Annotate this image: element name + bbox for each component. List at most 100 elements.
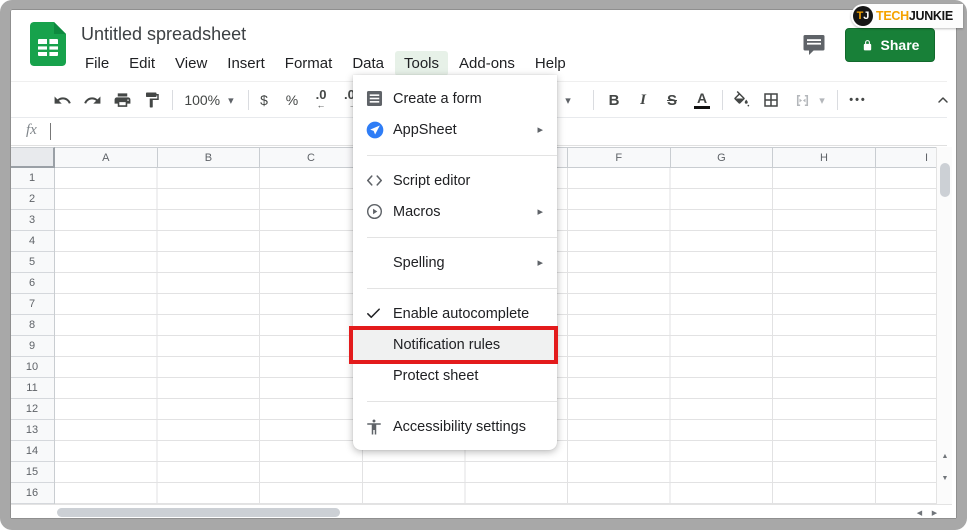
brand-junkie: JUNKIE xyxy=(909,9,953,23)
accessibility-icon xyxy=(365,418,393,436)
menubar-data[interactable]: Data xyxy=(343,51,393,76)
row-header-16[interactable]: 16 xyxy=(10,483,54,504)
print-icon[interactable] xyxy=(110,88,134,112)
submenu-arrow-icon: ▸ xyxy=(537,205,543,218)
zoom-select[interactable]: 100% ▾ xyxy=(180,88,238,112)
row-header-4[interactable]: 4 xyxy=(10,231,54,252)
menu-item-create-a-form[interactable]: Create a form xyxy=(353,83,557,114)
row-header-10[interactable]: 10 xyxy=(10,357,54,378)
menubar-help[interactable]: Help xyxy=(526,51,575,76)
text-color-bar xyxy=(694,106,710,109)
screenshot: Untitled spreadsheet File Edit View Inse… xyxy=(0,0,967,530)
techjunkie-watermark: TJ TECHJUNKIE xyxy=(851,4,963,28)
toolbar-divider xyxy=(248,90,249,110)
column-header-B[interactable]: B xyxy=(158,148,261,167)
row-header-11[interactable]: 11 xyxy=(10,378,54,399)
menubar-file[interactable]: File xyxy=(76,51,118,76)
merge-cells-icon[interactable] xyxy=(790,88,814,112)
column-header-F[interactable]: F xyxy=(568,148,671,167)
strikethrough-button[interactable]: S xyxy=(660,88,684,112)
column-header-A[interactable]: A xyxy=(55,148,158,167)
row-header-5[interactable]: 5 xyxy=(10,252,54,273)
highlight-box xyxy=(349,326,558,364)
italic-button[interactable]: I xyxy=(631,88,655,112)
row-header-14[interactable]: 14 xyxy=(10,441,54,462)
menu-divider xyxy=(353,391,557,411)
menu-item-spelling[interactable]: Spelling ▸ xyxy=(353,247,557,278)
percent-format-button[interactable]: % xyxy=(280,88,304,112)
row-header-6[interactable]: 6 xyxy=(10,273,54,294)
scroll-down-icon[interactable]: ▼ xyxy=(937,468,953,489)
menubar-edit[interactable]: Edit xyxy=(120,51,164,76)
text-color-button[interactable]: A xyxy=(690,88,714,112)
row-header-2[interactable]: 2 xyxy=(10,189,54,210)
column-header-C[interactable]: C xyxy=(260,148,363,167)
collapse-toolbar-icon[interactable] xyxy=(931,88,955,112)
bold-button[interactable]: B xyxy=(602,88,626,112)
menu-item-script-editor[interactable]: Script editor xyxy=(353,165,557,196)
row-header-3[interactable]: 3 xyxy=(10,210,54,231)
row-header-7[interactable]: 7 xyxy=(10,294,54,315)
currency-format-button[interactable]: $ xyxy=(252,88,276,112)
paint-format-icon[interactable] xyxy=(140,88,164,112)
zoom-value: 100% xyxy=(184,92,220,108)
submenu-arrow-icon: ▸ xyxy=(537,123,543,136)
borders-icon[interactable] xyxy=(759,88,783,112)
arrow-left-icon: ← xyxy=(317,100,326,110)
row-headers: 12345678910111213141516 xyxy=(10,168,55,504)
menubar-format[interactable]: Format xyxy=(276,51,342,76)
menu-divider xyxy=(353,227,557,247)
menu-divider xyxy=(353,278,557,298)
fill-color-icon[interactable] xyxy=(729,88,753,112)
share-button[interactable]: Share xyxy=(845,28,935,62)
row-header-15[interactable]: 15 xyxy=(10,462,54,483)
font-size-caret-icon[interactable]: ▾ xyxy=(558,88,578,112)
comment-icon[interactable] xyxy=(801,33,829,59)
row-header-13[interactable]: 13 xyxy=(10,420,54,441)
check-icon xyxy=(365,305,393,322)
toolbar-divider xyxy=(837,90,838,110)
more-options-button[interactable]: ••• xyxy=(844,88,872,112)
appsheet-icon xyxy=(365,120,393,140)
row-header-8[interactable]: 8 xyxy=(10,315,54,336)
vertical-scrollbar[interactable]: ▲ ▼ xyxy=(936,147,952,504)
menu-item-appsheet[interactable]: AppSheet ▸ xyxy=(353,114,557,145)
row-header-9[interactable]: 9 xyxy=(10,336,54,357)
menubar: File Edit View Insert Format Data Tools … xyxy=(76,51,575,76)
vertical-scrollbar-thumb[interactable] xyxy=(940,163,950,197)
column-header-H[interactable]: H xyxy=(773,148,876,167)
scroll-right-icon[interactable]: ▶ xyxy=(928,506,941,519)
form-icon xyxy=(365,89,393,108)
merge-caret-icon[interactable]: ▾ xyxy=(814,88,830,112)
row-header-12[interactable]: 12 xyxy=(10,399,54,420)
menubar-addons[interactable]: Add-ons xyxy=(450,51,524,76)
menubar-tools[interactable]: Tools xyxy=(395,51,448,76)
formula-cursor xyxy=(50,123,51,140)
menubar-view[interactable]: View xyxy=(166,51,216,76)
redo-icon[interactable] xyxy=(80,88,104,112)
menu-item-protect-sheet[interactable]: Protect sheet xyxy=(353,360,557,391)
menubar-insert[interactable]: Insert xyxy=(218,51,274,76)
techjunkie-logo-icon: TJ xyxy=(853,6,873,26)
scroll-up-icon[interactable]: ▲ xyxy=(937,446,953,467)
select-all-corner[interactable] xyxy=(10,147,55,168)
document-title[interactable]: Untitled spreadsheet xyxy=(81,24,246,45)
brand-tech: TECH xyxy=(876,9,909,23)
menu-divider xyxy=(353,145,557,165)
tools-dropdown-menu: Create a form AppSheet ▸ Script editor M… xyxy=(353,75,557,450)
menu-item-macros[interactable]: Macros ▸ xyxy=(353,196,557,227)
share-button-label: Share xyxy=(881,37,920,53)
horizontal-scrollbar[interactable]: ◀ ▶ xyxy=(10,504,952,519)
undo-icon[interactable] xyxy=(50,88,74,112)
horizontal-scrollbar-thumb[interactable] xyxy=(57,508,340,517)
row-header-1[interactable]: 1 xyxy=(10,168,54,189)
lock-icon xyxy=(861,38,874,53)
menu-item-accessibility-settings[interactable]: Accessibility settings xyxy=(353,411,557,442)
macros-icon xyxy=(365,202,393,221)
menu-item-enable-autocomplete[interactable]: Enable autocomplete xyxy=(353,298,557,329)
column-header-I[interactable]: I xyxy=(876,148,936,167)
decrease-decimal-button[interactable]: .0← xyxy=(308,88,334,112)
toolbar-divider xyxy=(722,90,723,110)
column-header-G[interactable]: G xyxy=(671,148,774,167)
scroll-left-icon[interactable]: ◀ xyxy=(913,506,926,519)
